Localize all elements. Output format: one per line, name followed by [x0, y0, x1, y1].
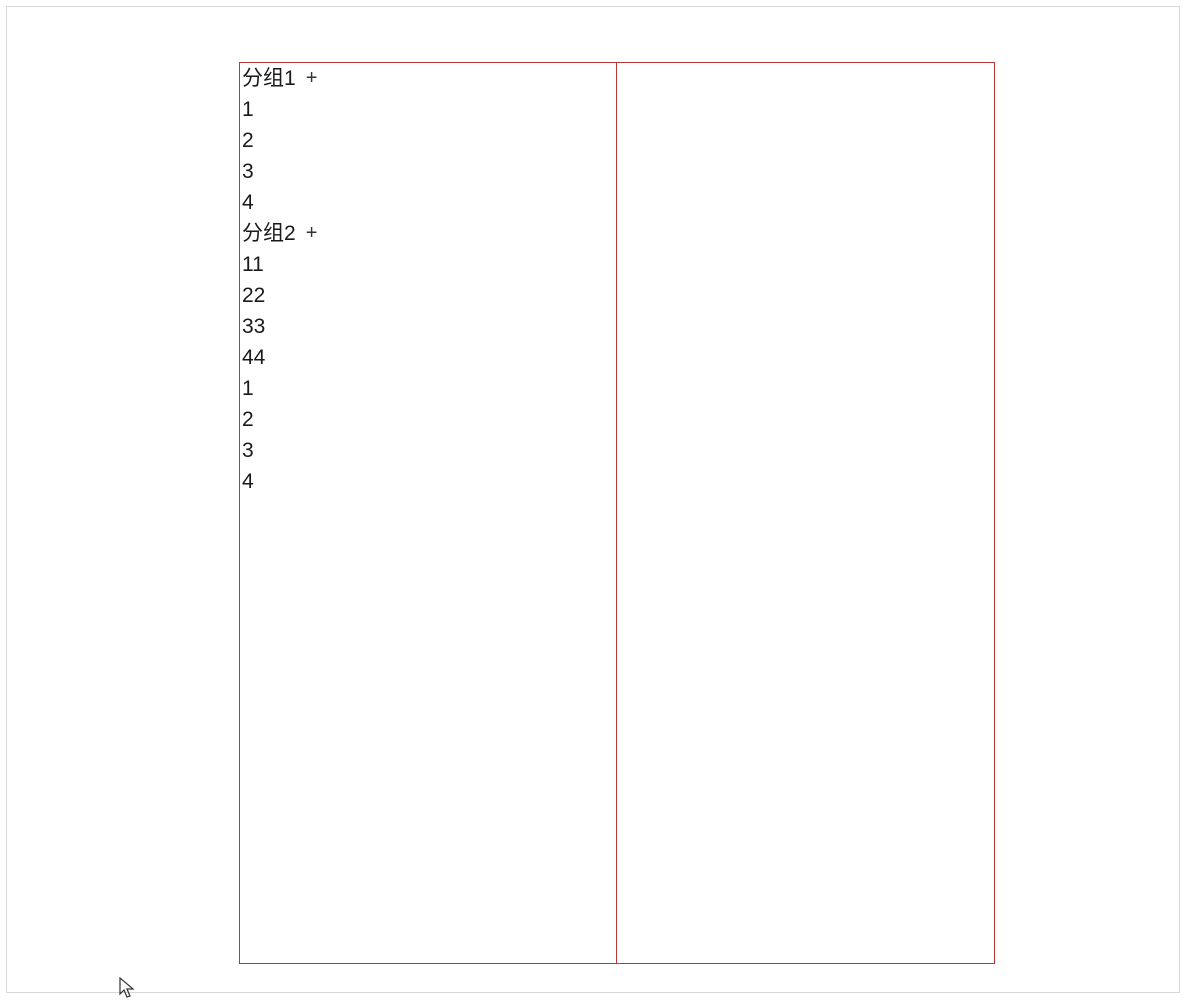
- panels-container: 分组1 + 1 2 3 4 分组2 + 11 22 33 44 1 2 3 4: [239, 62, 995, 964]
- list-item[interactable]: 44: [240, 342, 616, 373]
- group-header-1[interactable]: 分组1 +: [240, 63, 616, 94]
- list-item[interactable]: 4: [240, 466, 616, 497]
- right-panel: [617, 62, 995, 964]
- outer-frame: 分组1 + 1 2 3 4 分组2 + 11 22 33 44 1 2 3 4: [6, 6, 1180, 993]
- expand-icon[interactable]: +: [306, 218, 318, 249]
- list-item[interactable]: 2: [240, 404, 616, 435]
- group-label: 分组1: [242, 63, 296, 94]
- list-item[interactable]: 22: [240, 280, 616, 311]
- list-item[interactable]: 11: [240, 249, 616, 280]
- list-item[interactable]: 3: [240, 435, 616, 466]
- list-item[interactable]: 1: [240, 373, 616, 404]
- list-item[interactable]: 1: [240, 94, 616, 125]
- mouse-cursor-icon: [119, 977, 137, 1001]
- list-item[interactable]: 4: [240, 187, 616, 218]
- group-label: 分组2: [242, 218, 296, 249]
- left-panel: 分组1 + 1 2 3 4 分组2 + 11 22 33 44 1 2 3 4: [239, 62, 617, 964]
- list-item[interactable]: 2: [240, 125, 616, 156]
- group-header-2[interactable]: 分组2 +: [240, 218, 616, 249]
- list-item[interactable]: 3: [240, 156, 616, 187]
- expand-icon[interactable]: +: [306, 63, 318, 94]
- list-item[interactable]: 33: [240, 311, 616, 342]
